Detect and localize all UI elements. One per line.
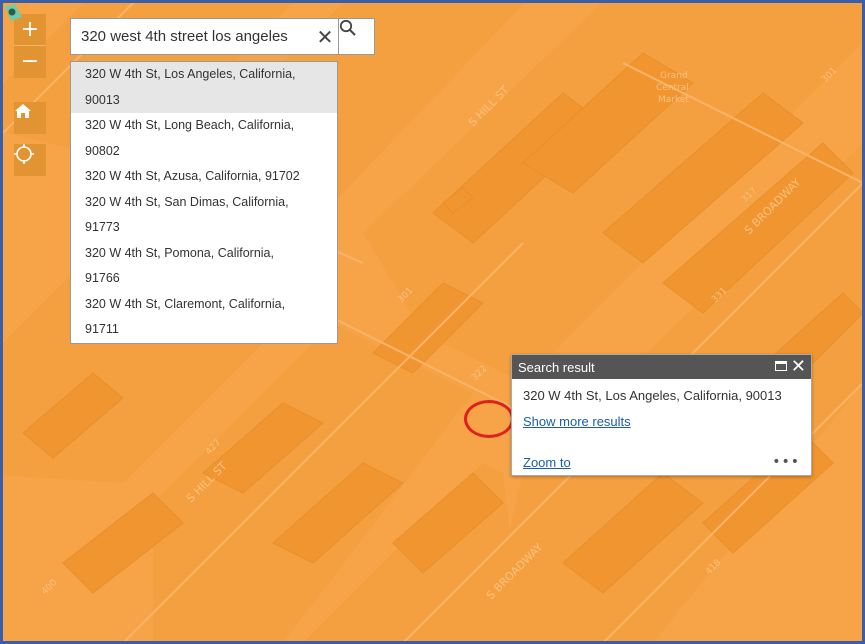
svg-text:Grand: Grand (660, 71, 688, 81)
popup-title: Search result (518, 359, 595, 375)
suggestion-line: 90013 (85, 92, 120, 107)
search-input[interactable]: 320 west 4th street los angeles (71, 28, 312, 45)
more-options-icon[interactable]: ••• (772, 454, 800, 470)
street-number-400: 400 (40, 578, 59, 597)
suggestion-item-san-dimas[interactable]: 320 W 4th St, San Dimas, California, 917… (71, 190, 337, 241)
show-more-results-link[interactable]: Show more results (512, 403, 811, 429)
search-result-popup: Search result ✕ 320 W 4th St, Los Angele… (511, 354, 812, 476)
suggestion-item-los-angeles[interactable]: 320 W 4th St, Los Angeles, California, 9… (71, 62, 337, 113)
suggestion-item-pomona[interactable]: 320 W 4th St, Pomona, California, 91766 (71, 241, 337, 292)
locate-icon (14, 144, 34, 164)
suggestion-line: 320 W 4th St, Claremont, California, (85, 296, 286, 311)
search-icon (339, 19, 356, 36)
clear-search-button[interactable]: ✕ (312, 19, 338, 54)
suggestion-line: 320 W 4th St, Long Beach, California, (85, 118, 295, 132)
popup-footer: Zoom to ••• (512, 449, 811, 475)
suggestion-line: 320 W 4th St, San Dimas, California, (85, 194, 289, 209)
location-marker-icon[interactable] (3, 3, 23, 23)
zoom-to-link[interactable]: Zoom to (523, 455, 571, 470)
svg-text:Central: Central (656, 83, 689, 93)
popup-header: Search result ✕ (512, 355, 811, 379)
street-number-322: 322 (470, 364, 489, 383)
search-suggestions: 320 W 4th St, Los Angeles, California, 9… (70, 61, 338, 344)
annotation-highlight-circle (464, 400, 514, 438)
suggestion-line: 320 W 4th St, Azusa, California, 91702 (85, 169, 300, 183)
suggestion-line: 91766 (85, 271, 120, 285)
suggestion-item-azusa[interactable]: 320 W 4th St, Azusa, California, 91702 (71, 164, 337, 190)
search-box: 320 west 4th street los angeles ✕ (70, 18, 339, 55)
suggestion-item-long-beach[interactable]: 320 W 4th St, Long Beach, California, 90… (71, 113, 337, 164)
suggestion-line: 320 W 4th St, Pomona, California, (85, 245, 274, 260)
search-button[interactable] (338, 18, 375, 55)
app-frame: S HILL ST S BROADWAY S HILL ST S BROADWA… (0, 0, 865, 644)
home-icon (15, 104, 31, 118)
suggestion-line: 320 W 4th St, Los Angeles, California, (85, 67, 296, 81)
close-popup-button[interactable]: ✕ (791, 356, 806, 377)
zoom-out-button[interactable]: − (14, 46, 46, 78)
suggestion-line: 90802 (85, 143, 120, 158)
locate-button[interactable] (14, 144, 46, 176)
suggestion-item-claremont[interactable]: 320 W 4th St, Claremont, California, 917… (71, 292, 337, 343)
suggestion-line: 91711 (85, 322, 119, 336)
map-view[interactable]: S HILL ST S BROADWAY S HILL ST S BROADWA… (3, 3, 862, 641)
maximize-icon[interactable] (775, 361, 787, 371)
suggestion-line: 91773 (85, 220, 120, 234)
svg-text:Market: Market (658, 95, 689, 105)
poi-grand-central-market: Grand Central Market (656, 71, 689, 105)
popup-address: 320 W 4th St, Los Angeles, California, 9… (523, 388, 782, 403)
home-button[interactable] (14, 102, 46, 134)
